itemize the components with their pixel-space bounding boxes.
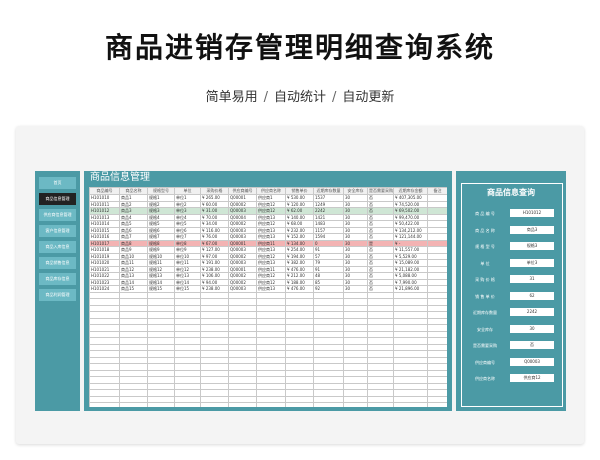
- subtitle-item: 简单易用: [205, 90, 258, 105]
- query-field-value: 供应商12: [510, 374, 554, 382]
- table-row-empty[interactable]: [89, 402, 447, 407]
- column-header[interactable]: 供应商名称: [256, 187, 286, 195]
- query-field: 规 格 型 号 规格3: [466, 242, 561, 251]
- product-table-container[interactable]: 商品编号 商品名称 规格型号 单位 采购价格 供应商编号 供应商名称 销售单价 近期库存数量 安全…: [89, 187, 447, 407]
- query-field-value: 单位3: [510, 258, 554, 267]
- subtitle-item: 自动更新: [342, 90, 395, 105]
- column-header[interactable]: 单位: [174, 187, 201, 195]
- column-header[interactable]: 近期库存金额: [393, 187, 428, 195]
- table-cell[interactable]: [427, 402, 447, 407]
- table-cell[interactable]: [174, 402, 201, 407]
- subtitle-separator: /: [263, 90, 268, 105]
- table-cell[interactable]: [119, 402, 148, 407]
- column-header[interactable]: 商品名称: [119, 187, 148, 195]
- sidebar-item[interactable]: 商品利润管理: [39, 289, 76, 301]
- query-title: 商品信息查询: [487, 188, 535, 197]
- query-field-label: 商 品 名 称: [475, 227, 495, 233]
- page-subtitle: 简单易用 / 自动统计 / 自动更新: [0, 86, 600, 105]
- sidebar-item[interactable]: 客户信息管理: [39, 225, 76, 237]
- query-field: 单 位 单位3: [466, 258, 561, 268]
- product-table: 商品编号 商品名称 规格型号 单位 采购价格 供应商编号 供应商名称 销售单价 近期库存数量 安全…: [89, 187, 447, 407]
- query-field-label: 供应商编号: [475, 359, 495, 365]
- product-info-panel: 商品信息管理 商品编号 商品名称 规格型号 单位 采购价格 供应商编号 供应商名称 销售单价近…: [84, 171, 452, 411]
- query-field-label: 安全库存: [477, 326, 493, 332]
- sidebar-item[interactable]: 商品信息管理: [39, 193, 76, 205]
- column-header[interactable]: 采购价格: [200, 187, 229, 195]
- query-field-value: 30: [510, 324, 554, 333]
- query-field: 销 售 单 价 62: [466, 291, 561, 301]
- query-field: 供应商编号 Q00003: [466, 357, 561, 367]
- query-field-label: 销 售 单 价: [475, 293, 495, 299]
- sidebar-item[interactable]: 商品销售信息: [39, 257, 76, 269]
- query-field: 供应商名称 供应商12: [466, 374, 561, 383]
- table-cell[interactable]: [200, 402, 229, 407]
- table-cell[interactable]: [147, 402, 175, 407]
- query-field: 是否需要采购 否: [466, 341, 561, 350]
- sidebar-item[interactable]: 首页: [39, 177, 76, 189]
- column-header[interactable]: 安全库存: [343, 187, 368, 195]
- query-field-label: 商 品 编 号: [475, 211, 495, 216]
- query-field-value[interactable]: H101012: [510, 209, 554, 217]
- query-field-value: 62: [510, 291, 554, 300]
- sidebar-item[interactable]: 商品库存信息: [39, 273, 76, 285]
- sidebar-item[interactable]: 供应商信息管理: [39, 209, 76, 221]
- query-field-value: 规格3: [510, 242, 554, 250]
- table-cell[interactable]: [285, 402, 314, 407]
- table-cell[interactable]: [313, 402, 344, 407]
- query-field-value: 否: [510, 341, 554, 349]
- query-field-label: 供应商名称: [475, 376, 495, 381]
- sidebar-item[interactable]: 商品入库信息: [39, 241, 76, 253]
- query-field-label: 是否需要采购: [473, 343, 497, 348]
- query-field: 商 品 编 号 H101012: [466, 209, 561, 218]
- subtitle-separator: /: [332, 90, 337, 105]
- column-header[interactable]: 供应商编号: [228, 187, 257, 195]
- table-cell[interactable]: [228, 402, 257, 407]
- column-header[interactable]: 是否需要采购: [367, 187, 394, 195]
- query-field: 近期库存数量 2242: [466, 308, 561, 317]
- column-header[interactable]: 近期库存数量: [313, 187, 344, 195]
- query-field-label: 规 格 型 号: [475, 244, 495, 249]
- page-title: 商品进销存管理明细查询系统: [104, 31, 495, 64]
- query-field-value: 商品3: [510, 225, 554, 234]
- query-field: 商 品 名 称 商品3: [466, 225, 561, 235]
- query-field-label: 近期库存数量: [473, 310, 497, 315]
- query-field-value: Q00003: [510, 357, 554, 366]
- query-panel: 商品信息查询 商 品 编 号 H101012 商 品 名 称 商品3 规 格 型 号 规格…: [456, 171, 566, 411]
- column-header[interactable]: 销售单价: [285, 187, 314, 195]
- table-cell[interactable]: [393, 402, 428, 407]
- column-header[interactable]: 备注: [427, 187, 447, 195]
- sidebar: 首页商品信息管理 供应商信息管理 客户信息管理 商品入库信息 商品销售信息 商品库存信息商…: [35, 171, 80, 411]
- panel-title: 商品信息管理: [90, 172, 150, 183]
- query-field-value: 2242: [510, 308, 554, 316]
- table-cell[interactable]: [367, 402, 394, 407]
- query-field-label: 采 购 价 格: [475, 277, 495, 282]
- query-field: 采 购 价 格 31: [466, 275, 561, 284]
- table-cell[interactable]: [256, 402, 286, 407]
- query-field-label: 单 位: [480, 260, 490, 266]
- table-cell[interactable]: [343, 402, 368, 407]
- subtitle-item: 自动统计: [273, 90, 326, 105]
- query-field-value: 31: [510, 275, 554, 283]
- table-cell[interactable]: [89, 402, 120, 407]
- column-header[interactable]: 规格型号: [147, 187, 175, 195]
- column-header[interactable]: 商品编号: [89, 187, 120, 195]
- query-field: 安全库存 30: [466, 324, 561, 334]
